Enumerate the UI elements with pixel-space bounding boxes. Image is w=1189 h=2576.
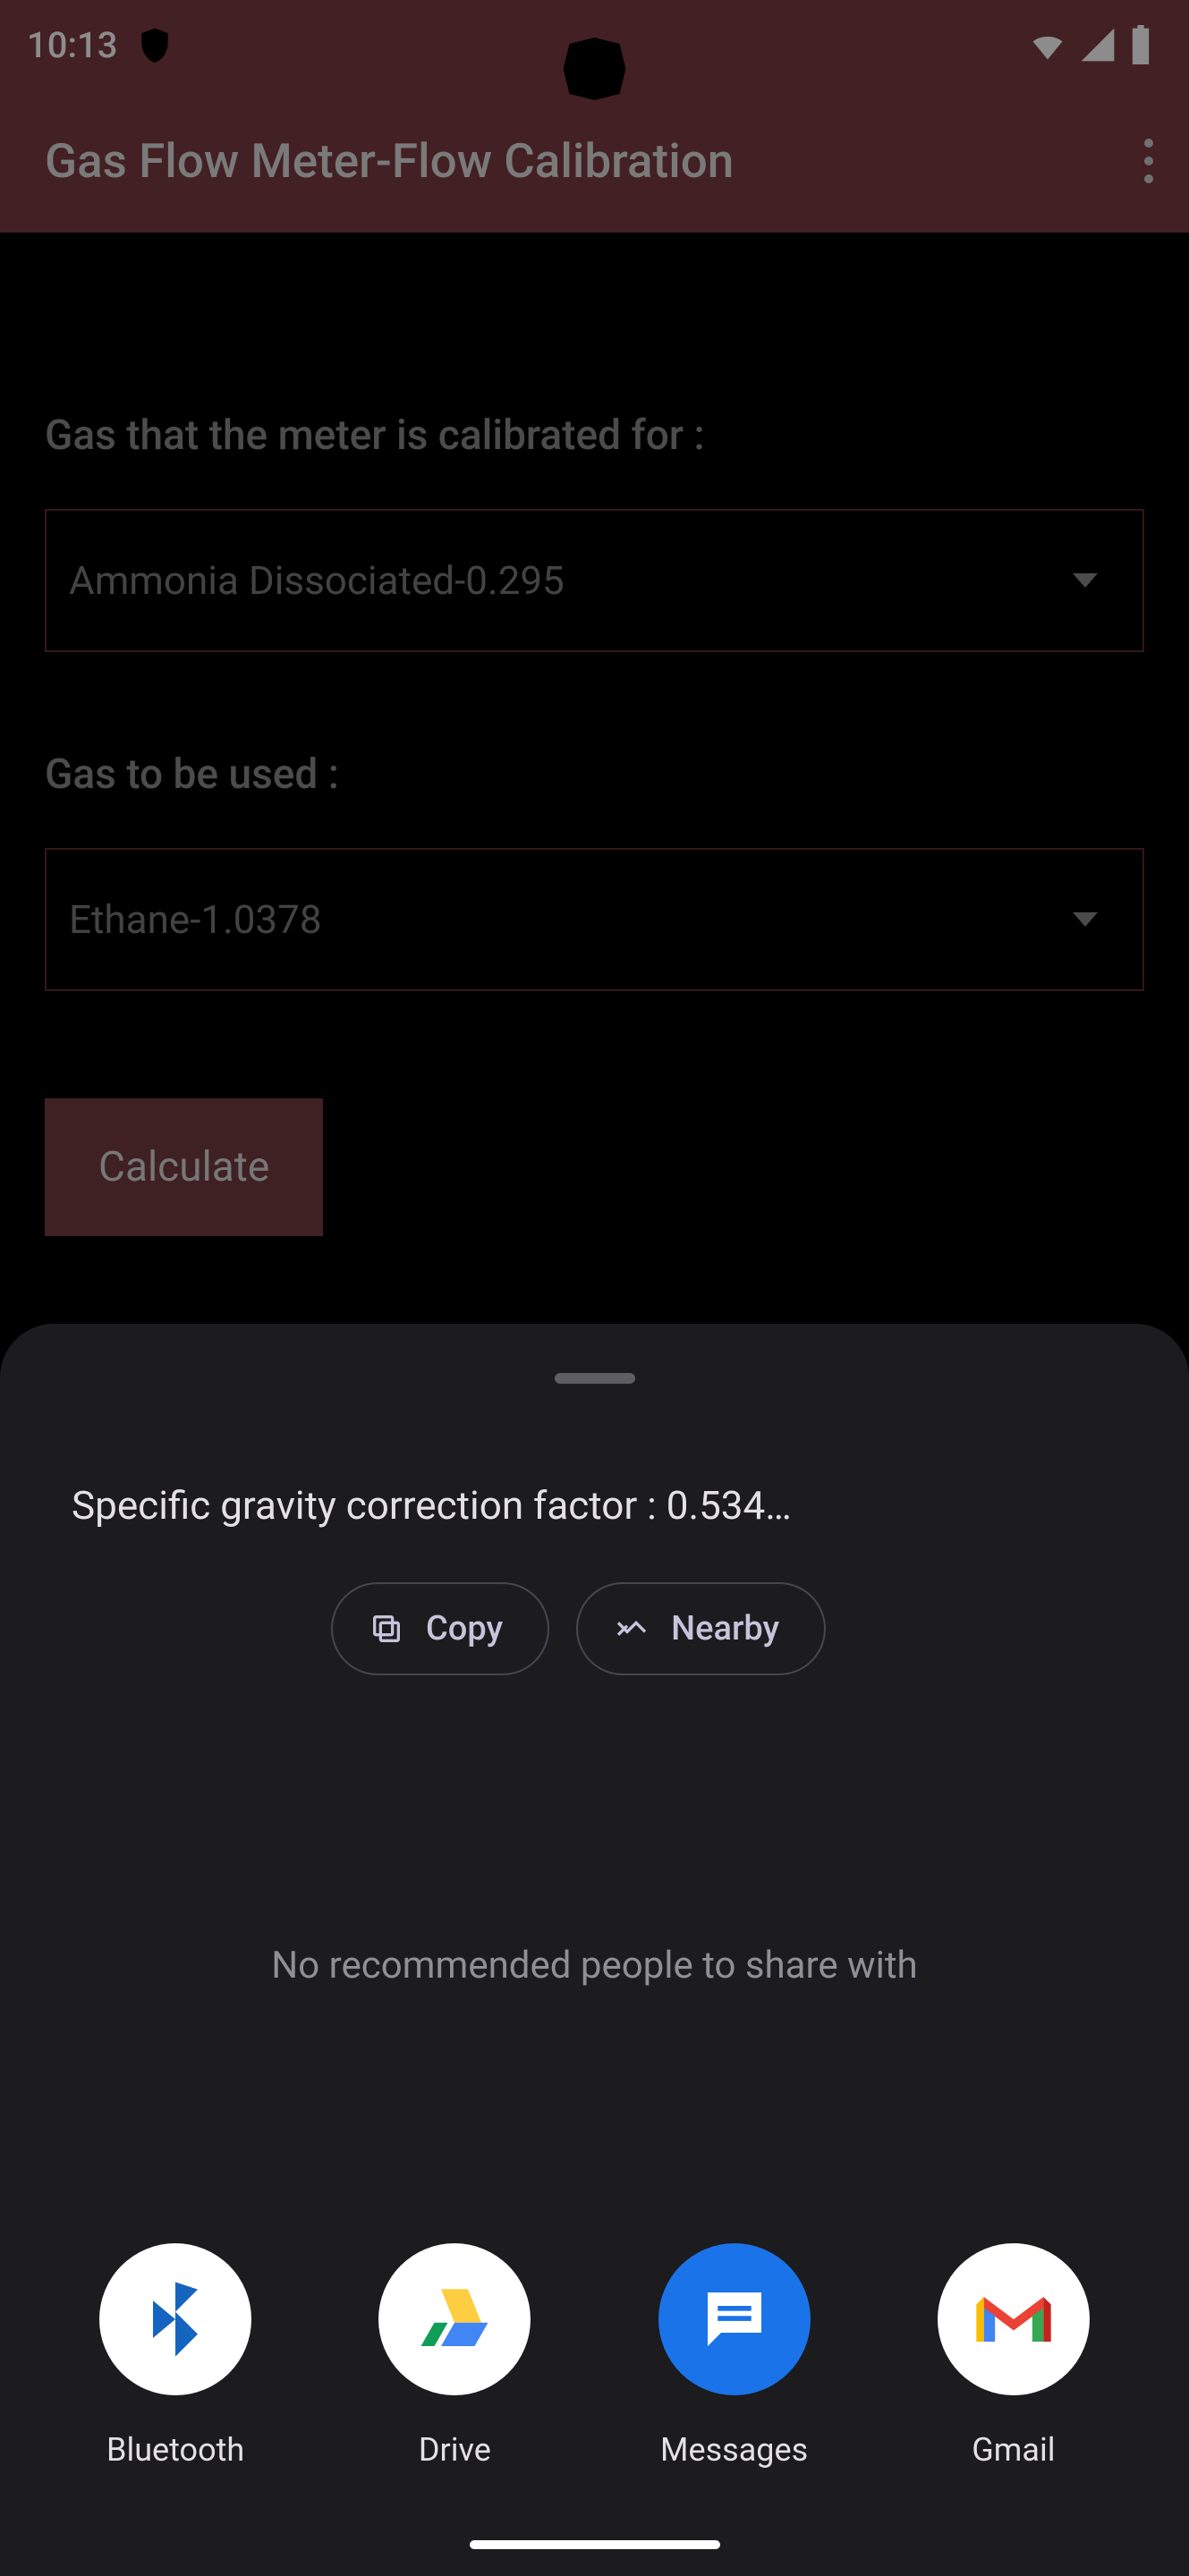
- copy-button[interactable]: Copy: [331, 1582, 549, 1675]
- more-options-icon[interactable]: [1144, 139, 1153, 183]
- wifi-icon: [1028, 25, 1067, 64]
- nav-pill[interactable]: [470, 2540, 720, 2549]
- share-target-messages[interactable]: Messages: [645, 2243, 824, 2469]
- shield-icon: [135, 25, 174, 64]
- share-sheet: Specific gravity correction factor : 0.5…: [0, 1324, 1189, 2576]
- drive-icon: [378, 2243, 531, 2395]
- page-title: Gas Flow Meter-Flow Calibration: [45, 133, 734, 189]
- calibrated-gas-value: Ammonia Dissociated-0.295: [69, 557, 565, 604]
- copy-icon: [369, 1611, 404, 1647]
- nearby-icon: [614, 1611, 650, 1647]
- messages-icon: [658, 2243, 811, 2395]
- used-gas-value: Ethane-1.0378: [69, 896, 322, 943]
- share-content-preview: Specific gravity correction factor : 0.5…: [0, 1384, 1189, 1582]
- share-target-label: Gmail: [972, 2431, 1055, 2469]
- no-recommendations-text: No recommended people to share with: [0, 1944, 1189, 1987]
- app-bar: Gas Flow Meter-Flow Calibration: [0, 89, 1189, 233]
- nearby-label: Nearby: [671, 1609, 779, 1648]
- share-target-bluetooth[interactable]: Bluetooth: [86, 2243, 265, 2469]
- status-time: 10:13: [27, 24, 117, 66]
- calibrated-gas-label: Gas that the meter is calibrated for :: [45, 411, 1144, 460]
- camera-notch: [564, 38, 626, 100]
- gmail-icon: [938, 2243, 1090, 2395]
- bluetooth-icon: [99, 2243, 251, 2395]
- share-target-label: Messages: [660, 2431, 808, 2469]
- share-target-label: Bluetooth: [106, 2431, 244, 2469]
- copy-label: Copy: [426, 1609, 503, 1648]
- share-target-label: Drive: [419, 2431, 491, 2469]
- chevron-down-icon: [1073, 573, 1098, 588]
- signal-icon: [1078, 25, 1117, 64]
- calculate-button[interactable]: Calculate: [45, 1098, 323, 1236]
- nearby-button[interactable]: Nearby: [576, 1582, 826, 1675]
- share-target-gmail[interactable]: Gmail: [924, 2243, 1103, 2469]
- share-target-drive[interactable]: Drive: [365, 2243, 544, 2469]
- chevron-down-icon: [1073, 912, 1098, 927]
- used-gas-select[interactable]: Ethane-1.0378: [45, 848, 1144, 991]
- used-gas-label: Gas to be used :: [45, 750, 1144, 799]
- drag-handle[interactable]: [555, 1373, 635, 1384]
- battery-icon: [1128, 25, 1153, 64]
- calibrated-gas-select[interactable]: Ammonia Dissociated-0.295: [45, 509, 1144, 652]
